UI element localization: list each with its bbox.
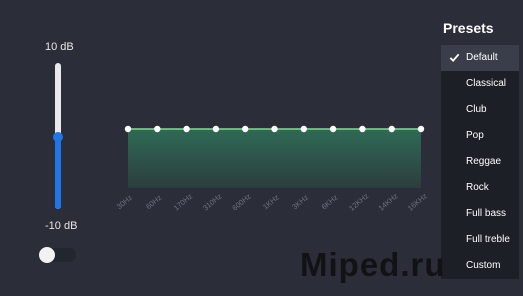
frequency-tick-label: 310Hz [201, 192, 224, 213]
frequency-tick-label: 6KHz [320, 193, 340, 212]
frequency-tick-label: 16KHz [406, 191, 429, 213]
frequency-tick-label: 60Hz [144, 193, 163, 211]
preset-item[interactable]: Custom [441, 253, 519, 279]
preset-label: Reggae [466, 156, 502, 167]
eq-band-handle[interactable] [183, 125, 190, 133]
eq-area [128, 129, 421, 188]
eq-band-handle[interactable] [300, 125, 307, 133]
eq-band-handle[interactable] [271, 125, 278, 133]
eq-band-handle[interactable] [417, 125, 425, 133]
checkmark-icon [449, 53, 460, 63]
preset-item[interactable]: Full treble [441, 227, 519, 253]
preset-item[interactable]: Pop [441, 123, 519, 149]
eq-band-handle[interactable] [359, 125, 366, 133]
watermark: Miped.ru [300, 246, 446, 283]
frequency-tick-label: 14KHz [377, 191, 400, 213]
preset-list: Default Classical Club Pop Reggae Rock Full ba… [441, 45, 519, 279]
preset-label: Pop [466, 130, 484, 141]
eq-band-handle[interactable] [124, 125, 132, 133]
presets-title: Presets [443, 20, 494, 36]
frequency-tick-label: 170Hz [172, 192, 195, 213]
preset-item[interactable]: Full bass [441, 201, 519, 227]
eq-band-handle[interactable] [154, 125, 161, 133]
eq-band-handle[interactable] [329, 125, 337, 133]
eq-band-handle[interactable] [388, 125, 395, 133]
preset-label: Rock [466, 182, 489, 193]
frequency-tick-label: 1KHz [261, 193, 281, 212]
preset-label: Classical [466, 78, 507, 89]
eq-band-handle[interactable] [242, 125, 249, 133]
preset-label: Full bass [466, 208, 507, 219]
preset-item[interactable]: Classical [441, 71, 519, 97]
preset-item[interactable]: Club [441, 97, 519, 123]
preset-item[interactable]: Rock [441, 175, 519, 201]
frequency-tick-label: 600Hz [230, 192, 253, 213]
frequency-tick-label: 3KHz [290, 193, 310, 212]
preset-label: Full treble [466, 234, 510, 245]
frequency-tick-label: 12KHz [347, 191, 370, 213]
preset-item[interactable]: Reggae [441, 149, 519, 175]
preset-label: Club [466, 104, 487, 115]
eq-band-handle[interactable] [212, 125, 220, 133]
frequency-tick-label: 30Hz [115, 193, 134, 211]
preset-label: Custom [466, 260, 501, 271]
preset-label: Default [466, 52, 498, 63]
preset-item[interactable]: Default [441, 45, 519, 71]
